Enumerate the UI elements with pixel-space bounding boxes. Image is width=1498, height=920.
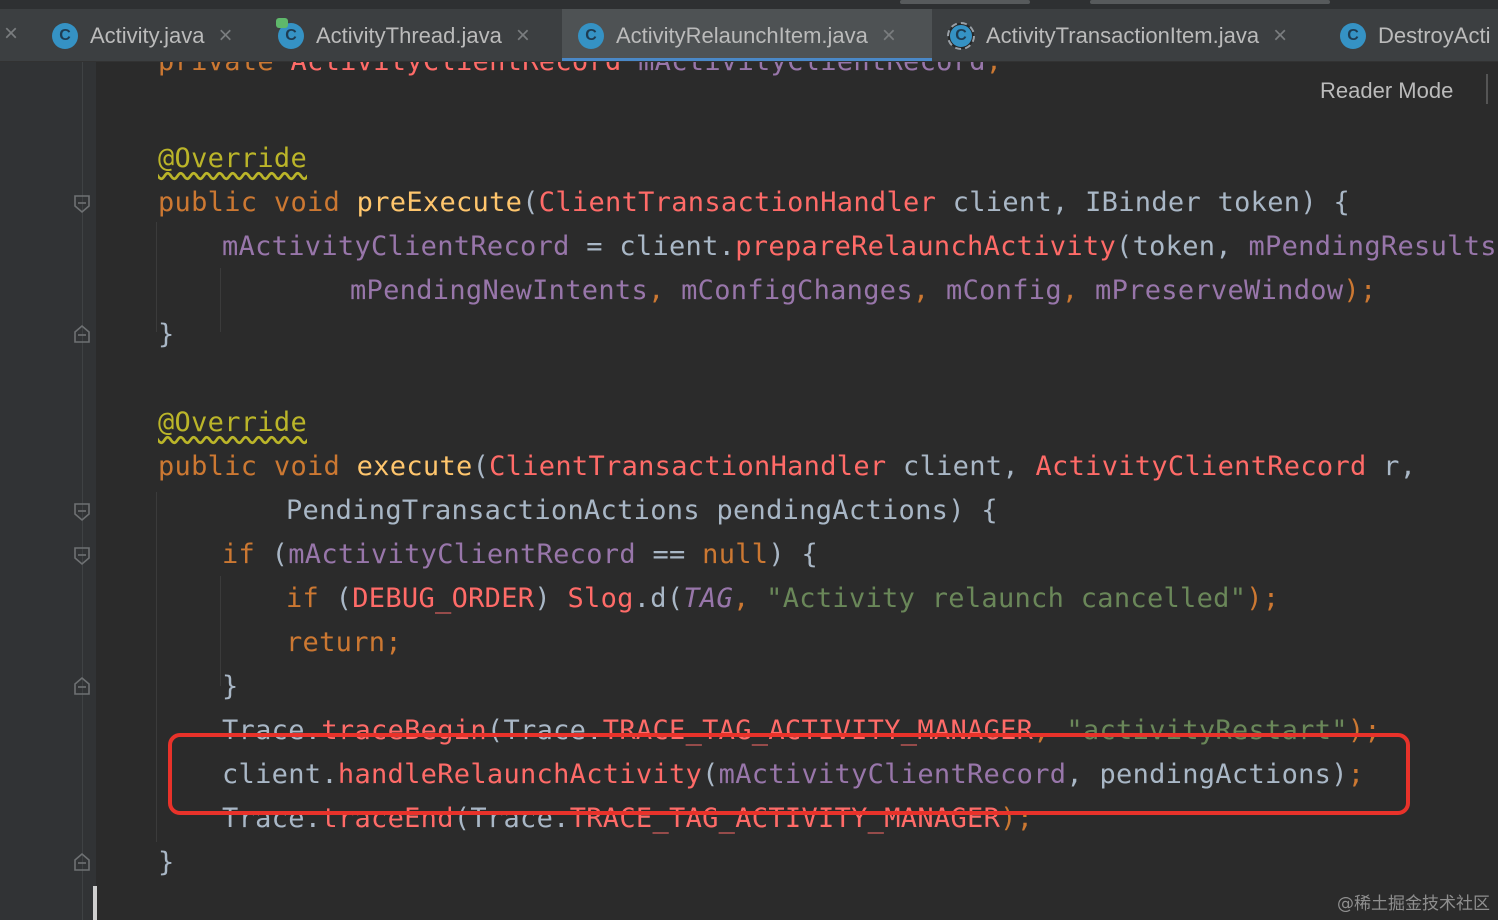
close-icon[interactable]: × [219, 23, 233, 48]
code-line-field-decl: private ActivityClientRecord mActivityCl… [158, 62, 1002, 84]
tab-scroll-thumb[interactable] [900, 0, 1030, 4]
code-line-annotation: @Override [158, 407, 307, 438]
fold-end-icon[interactable] [73, 324, 91, 344]
editor-gutter [0, 62, 96, 920]
code-line-close-brace: } [222, 671, 239, 702]
class-icon: C [52, 22, 78, 49]
tab-activitytransactionitem-java[interactable]: C ActivityTransactionItem.java × [932, 9, 1330, 61]
code-line-execute-params: PendingTransactionActions pendingActions… [286, 495, 998, 526]
tab-label: Activity.java [90, 22, 205, 48]
reader-mode-divider [1486, 74, 1488, 104]
tab-scroll-thumb-2[interactable] [1090, 0, 1330, 4]
indent-guide [156, 222, 157, 332]
fold-expanded-icon[interactable] [73, 194, 91, 214]
modified-badge-icon [276, 17, 288, 28]
code-line-prepare-relaunch: mActivityClientRecord = client.prepareRe… [222, 231, 1498, 262]
code-line-if-null: if (mActivityClientRecord == null) { [222, 539, 819, 570]
close-icon[interactable]: × [4, 22, 18, 46]
close-icon[interactable]: × [1273, 23, 1287, 48]
tab-destroyactivityitem-java[interactable]: C DestroyActi [1330, 9, 1498, 61]
tab-label: ActivityTransactionItem.java [986, 22, 1260, 48]
code-line-return: return; [286, 627, 402, 658]
code-line-annotation: @Override [158, 143, 307, 174]
code-line-preexecute-decl: public void preExecute(ClientTransaction… [158, 187, 1351, 218]
fold-end-icon[interactable] [73, 852, 91, 872]
watermark: @稀土掘金技术社区 [1337, 894, 1490, 914]
tab-bar-top-strip [0, 0, 1498, 9]
editor-tab-bar: × C Activity.java × C ActivityThread.jav… [0, 0, 1498, 62]
tab-activitythread-java[interactable]: C ActivityThread.java × [266, 9, 562, 61]
highlight-annotation-box [168, 733, 1410, 815]
tab-activity-java[interactable]: C Activity.java × [44, 9, 266, 61]
code-line-debug-log: if (DEBUG_ORDER) Slog.d(TAG, "Activity r… [286, 583, 1280, 614]
indent-guide [156, 492, 157, 842]
fold-expanded-icon[interactable] [73, 546, 91, 566]
tab-activityrelaunchitem-java[interactable]: C ActivityRelaunchItem.java × [562, 9, 932, 61]
tab-label: ActivityRelaunchItem.java [616, 22, 868, 48]
code-line-execute-decl: public void execute(ClientTransactionHan… [158, 451, 1417, 482]
indent-guide [220, 576, 221, 686]
code-line-prepare-args: mPendingNewIntents, mConfigChanges, mCon… [350, 275, 1377, 306]
reader-mode-button[interactable]: Reader Mode [1320, 78, 1453, 104]
abstract-class-icon: C [947, 21, 975, 50]
class-modified-icon: C [276, 17, 304, 49]
close-icon[interactable]: × [882, 23, 896, 48]
close-icon[interactable]: × [516, 23, 530, 48]
tab-label: DestroyActi [1378, 22, 1491, 48]
gutter-separator [82, 62, 83, 920]
indent-guide [220, 268, 221, 332]
code-line-close-brace: } [158, 319, 175, 350]
class-icon: C [1340, 22, 1366, 49]
code-line-close-brace: } [158, 847, 175, 878]
text-caret [93, 886, 97, 920]
fold-end-icon[interactable] [73, 676, 91, 696]
class-icon: C [578, 22, 604, 49]
tab-label: ActivityThread.java [316, 22, 502, 48]
fold-expanded-icon[interactable] [73, 502, 91, 522]
